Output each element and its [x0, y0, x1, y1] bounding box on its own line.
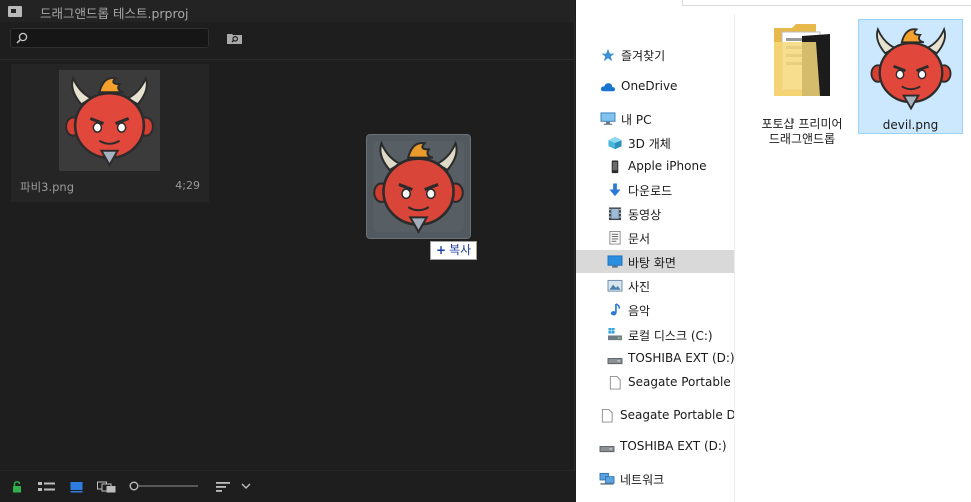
nav-item-label: 동영상: [628, 208, 662, 222]
folder-icon: [774, 24, 830, 96]
new-search-bin-icon[interactable]: [227, 32, 242, 44]
nav-item-label: 로컬 디스크 (C:): [628, 329, 713, 343]
nav-item-네트워크[interactable]: 네트워크: [576, 467, 734, 490]
nav-item-label: TOSHIBA EXT (D:): [628, 351, 734, 365]
drag-copy-tooltip: + 복사: [430, 241, 478, 260]
nav-item-label: OneDrive: [621, 79, 678, 93]
screen: 드래그앤드롭 테스트.prproj 파비3.png 4;29 + 복사 즐겨찾기…: [0, 0, 971, 502]
premiere-project-panel: 드래그앤드롭 테스트.prproj 파비3.png 4;29 + 복사: [0, 0, 575, 502]
nav-item-label: Seagate Portable Drive: [628, 375, 734, 389]
nav-item-문서[interactable]: 문서: [576, 226, 734, 249]
pane-divider[interactable]: [734, 14, 735, 502]
music-icon: [610, 303, 620, 316]
desktop-icon: [607, 255, 623, 268]
nav-item-동영상[interactable]: 동영상: [576, 202, 734, 225]
drive-icon: [607, 358, 623, 365]
icon-view-icon[interactable]: [70, 481, 83, 493]
disk-icon: [608, 328, 622, 341]
nav-item-label: Seagate Portable Drive: [620, 408, 734, 422]
nav-item-사진[interactable]: 사진: [576, 274, 734, 297]
star-icon: [601, 48, 615, 62]
pc-icon: [600, 112, 616, 125]
network-icon: [599, 472, 615, 485]
panel-divider: [0, 59, 575, 60]
project-panel-toolbar: [0, 470, 575, 502]
document-icon: [609, 231, 621, 245]
drag-ghost-image: [366, 134, 471, 239]
cloud-icon: [600, 83, 615, 92]
nav-item-label: 문서: [628, 232, 651, 246]
file-item-devil[interactable]: devil.png: [858, 19, 963, 134]
nav-item-toshiba-ext-d-[interactable]: TOSHIBA EXT (D:): [576, 347, 734, 370]
folder-item[interactable]: 포토샵 프리미어 드래그앤드롭: [754, 22, 850, 148]
search-input[interactable]: [10, 28, 209, 48]
project-folder-icon: [8, 6, 22, 17]
nav-item-label: TOSHIBA EXT (D:): [620, 439, 727, 453]
nav-item-label: 음악: [628, 304, 651, 318]
file-label: devil.png: [882, 118, 939, 132]
cube-icon: [608, 136, 622, 150]
nav-item-label: 내 PC: [621, 113, 652, 127]
nav-item-apple-iphone[interactable]: Apple iPhone: [576, 155, 734, 178]
devil-thumbnail-icon: [65, 75, 154, 167]
project-panel-header: 드래그앤드롭 테스트.prproj: [0, 0, 575, 22]
nav-item-onedrive[interactable]: OneDrive: [576, 75, 734, 98]
download-icon: [609, 183, 621, 197]
clip-thumbnail: [59, 70, 160, 171]
nav-item-label: 다운로드: [628, 184, 673, 198]
search-icon: [16, 32, 28, 44]
devil-image-icon: [870, 26, 952, 111]
nav-item-음악[interactable]: 음악: [576, 298, 734, 321]
nav-item-label: 즐겨찾기: [621, 49, 666, 63]
folder-label-line1: 포토샵 프리미어: [761, 117, 843, 131]
nav-item-다운로드[interactable]: 다운로드: [576, 178, 734, 201]
copy-label: 복사: [449, 243, 472, 257]
nav-item-로컬-디스크-c-[interactable]: 로컬 디스크 (C:): [576, 323, 734, 346]
blank-doc-icon: [609, 376, 621, 390]
list-view-icon[interactable]: [38, 481, 55, 493]
nav-item-label: 네트워크: [620, 473, 665, 487]
nav-item-label: Apple iPhone: [628, 159, 707, 173]
chevron-down-icon[interactable]: [241, 483, 251, 490]
nav-item-바탕-화면[interactable]: 바탕 화면: [576, 250, 734, 273]
explorer-header-edge: [682, 0, 971, 6]
zoom-slider[interactable]: [129, 480, 201, 492]
nav-item-toshiba-ext-d-[interactable]: TOSHIBA EXT (D:): [576, 435, 734, 458]
folder-label-line2: 드래그앤드롭: [768, 132, 836, 146]
phone-icon: [611, 160, 619, 174]
devil-drag-icon: [373, 140, 464, 234]
nav-item-3d-개체[interactable]: 3D 개체: [576, 131, 734, 154]
picture-icon: [607, 279, 623, 292]
nav-item-label: 3D 개체: [628, 137, 671, 151]
nav-item-seagate-portable-drive[interactable]: Seagate Portable Drive: [576, 404, 734, 427]
lock-icon[interactable]: [12, 481, 22, 493]
nav-item-label: 사진: [628, 280, 651, 294]
clip-duration: 4;29: [175, 179, 200, 192]
sort-icon[interactable]: [216, 481, 230, 493]
clip-tile[interactable]: 파비3.png 4;29: [11, 64, 209, 202]
blank-doc-icon: [601, 409, 613, 423]
file-explorer-window: 즐겨찾기 OneDrive 내 PC 3D 개체 Apple iPhone 다운로드동영상…: [576, 0, 971, 502]
clip-name: 파비3.png: [20, 180, 75, 194]
navigation-pane: 즐겨찾기 OneDrive 내 PC 3D 개체 Apple iPhone 다운로드동영상…: [576, 14, 734, 502]
film-icon: [608, 207, 622, 221]
freeform-view-icon[interactable]: [97, 481, 116, 493]
project-title: 드래그앤드롭 테스트.prproj: [40, 6, 189, 21]
nav-item-label: 바탕 화면: [628, 256, 676, 270]
nav-item-seagate-portable-drive[interactable]: Seagate Portable Drive: [576, 371, 734, 394]
nav-item-내-pc[interactable]: 내 PC: [576, 107, 734, 130]
drive-icon: [599, 446, 615, 453]
nav-item-즐겨찾기[interactable]: 즐겨찾기: [576, 43, 734, 66]
plus-icon: +: [436, 243, 447, 257]
